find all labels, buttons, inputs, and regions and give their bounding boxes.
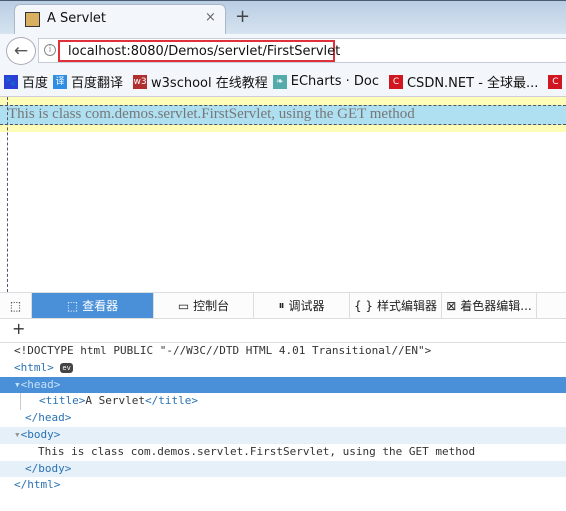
info-icon[interactable]: i [44, 44, 56, 56]
devtools-toolbar: ⬚ ⬚ 查看器 ▭ 控制台 ⏸ 调试器{ } 样式编辑器 ⊠ 着色器编辑... [0, 292, 566, 319]
pick-element-button[interactable]: ⬚ [0, 293, 32, 318]
bookmark-item[interactable]: ❧ ECharts · Doc [272, 74, 379, 89]
bookmark-item[interactable]: 🐾 百度 [4, 72, 48, 91]
translate-icon: 译 [53, 74, 68, 89]
back-button[interactable]: ← [6, 37, 36, 65]
devtools-tab-label: 查看器 [82, 299, 119, 313]
bookmark-item[interactable]: C CSDN.NET - 全球最... [388, 72, 539, 91]
body-tag: <body> [20, 427, 61, 441]
browser-tab[interactable]: A Servlet × [14, 4, 226, 35]
w3-icon: w3 [133, 74, 148, 89]
html-node[interactable]: <html> ev [0, 360, 566, 377]
html-close-node[interactable]: </html> [0, 477, 566, 494]
html-close-tag: </html> [14, 478, 61, 492]
head-close-node[interactable]: </head> [0, 410, 566, 427]
bookmarks-bar: 🐾 百度译百度翻译 w3 w3school 在线教程 ❧ ECharts · Doc C CS… [0, 67, 566, 97]
page-content: This is class com.demos.servlet.FirstSer… [0, 97, 566, 292]
head-close-tag: </head> [25, 411, 72, 425]
event-badge[interactable]: ev [60, 362, 73, 373]
tab-strip: A Servlet × + [0, 0, 566, 35]
body-text-node[interactable]: This is class com.demos.servlet.FirstSer… [0, 444, 566, 461]
title-open-tag: <title> [39, 394, 86, 408]
title-node[interactable]: <title>A Servlet</title> [20, 393, 566, 411]
bookmark-label: w3school 在线教程 [151, 76, 268, 91]
body-node[interactable]: ▾<body> [0, 426, 566, 444]
close-tab-icon[interactable]: × [205, 10, 216, 25]
csdn-icon: C [548, 74, 563, 89]
guide-line [7, 97, 8, 292]
url-input[interactable]: localhost:8080/Demos/servlet/FirstServle… [68, 44, 340, 59]
bookmark-label: 百度 [22, 76, 49, 91]
console-icon: ▭ [177, 298, 190, 313]
style-editor-icon: { } [353, 298, 374, 313]
bookmark-item[interactable]: C博 [548, 72, 566, 91]
navigation-bar: ← i localhost:8080/Demos/servlet/FirstSe… [0, 34, 566, 67]
title-close-tag: </title> [144, 394, 198, 408]
bookmark-label: CSDN.NET - 全球最... [406, 76, 539, 91]
devtools-tab-debugger[interactable]: ⏸ 调试器 [254, 293, 350, 318]
body-close-tag: </body> [25, 461, 72, 475]
bookmark-label: 百度翻译 [71, 76, 124, 91]
devtools-tab-label: 着色器编辑... [460, 299, 532, 313]
devtools-tab-inspector[interactable]: ⬚ 查看器 [32, 293, 154, 318]
tab-title: A Servlet [47, 11, 107, 26]
pick-element-icon: ⬚ [9, 298, 22, 313]
devtools-tab-label: 控制台 [193, 299, 230, 313]
bookmark-item[interactable]: 译百度翻译 [53, 72, 123, 91]
page-text: This is class com.demos.servlet.FirstSer… [8, 106, 415, 122]
title-text: A Servlet [85, 394, 145, 408]
paw-icon: 🐾 [4, 74, 18, 89]
echarts-icon: ❧ [272, 74, 287, 89]
devtools-tab-label: 调试器 [288, 299, 325, 313]
debugger-icon: ⏸ [278, 298, 285, 312]
devtools-tab-shader-editor[interactable]: ⊠ 着色器编辑... [442, 293, 537, 318]
head-node[interactable]: ▾<head> [0, 376, 566, 394]
url-bar[interactable]: i localhost:8080/Demos/servlet/FirstServ… [38, 38, 566, 63]
devtools-tab-console[interactable]: ▭ 控制台 [154, 293, 254, 318]
inspector-icon: ⬚ [66, 298, 79, 313]
body-close-node[interactable]: </body> [0, 460, 566, 478]
doctype-line[interactable]: <!DOCTYPE html PUBLIC "-//W3C//DTD HTML … [0, 343, 566, 360]
bookmark-item[interactable]: w3 w3school 在线教程 [133, 72, 268, 91]
devtools-tab-style-editor[interactable]: { } 样式编辑器 [350, 293, 442, 318]
markup-view: <!DOCTYPE html PUBLIC "-//W3C//DTD HTML … [0, 343, 566, 494]
shader-editor-icon: ⊠ [446, 298, 457, 313]
new-tab-button[interactable]: + [235, 6, 250, 27]
csdn-icon: C [388, 74, 403, 89]
devtools-tab-label: 样式编辑器 [377, 299, 438, 313]
url-highlight-box: localhost:8080/Demos/servlet/FirstServle… [58, 40, 340, 62]
head-tag: <head> [20, 377, 61, 391]
bookmark-label: ECharts · Doc [290, 74, 379, 89]
html-tag: <html> [14, 360, 54, 374]
favicon-icon [25, 12, 40, 27]
add-node-button[interactable]: + [0, 319, 566, 343]
